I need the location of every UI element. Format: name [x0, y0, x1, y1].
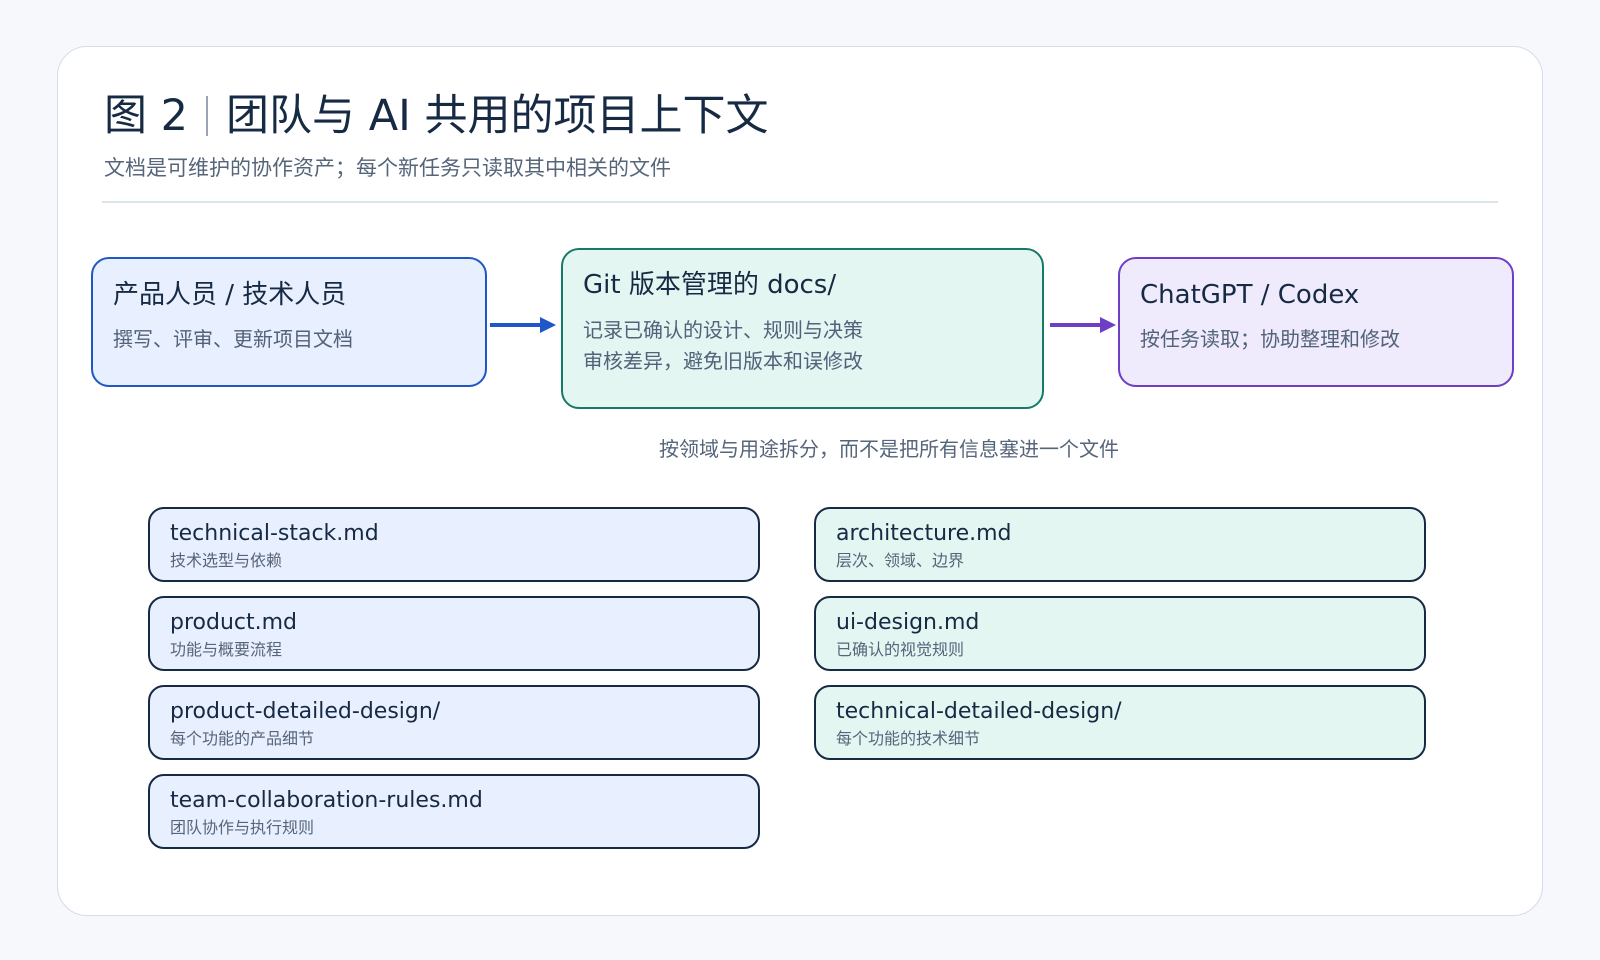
figure-title: 团队与 AI 共用的项目上下文 [226, 91, 769, 141]
figure-label: 图 2 [104, 91, 189, 141]
file-desc: 团队协作与执行规则 [170, 818, 315, 837]
file-desc: 层次、领域、边界 [836, 551, 965, 570]
file-architecture: architecture.md 层次、领域、边界 [814, 507, 1426, 582]
file-desc: 每个功能的产品细节 [170, 729, 315, 748]
file-technical-detailed-design: technical-detailed-design/ 每个功能的技术细节 [814, 685, 1426, 760]
people-box: 产品人员 / 技术人员 撰写、评审、更新项目文档 [91, 257, 487, 387]
page-subtitle: 文档是可维护的协作资产；每个新任务只读取其中相关的文件 [104, 156, 671, 180]
file-product-detailed-design: product-detailed-design/ 每个功能的产品细节 [148, 685, 760, 760]
file-name: ui-design.md [836, 610, 980, 635]
title-separator [206, 96, 209, 136]
arrow-people-to-docs [490, 317, 556, 333]
arrow-docs-to-ai [1050, 317, 1116, 333]
file-name: product-detailed-design/ [170, 699, 441, 724]
docs-box-title: Git 版本管理的 docs/ [583, 270, 837, 300]
file-name: technical-stack.md [170, 521, 379, 546]
header-divider [102, 201, 1498, 203]
file-desc: 每个功能的技术细节 [836, 729, 981, 748]
people-box-title: 产品人员 / 技术人员 [113, 280, 347, 310]
file-name: team-collaboration-rules.md [170, 788, 483, 813]
docs-box-line1: 记录已确认的设计、规则与决策 [583, 318, 863, 342]
file-product: product.md 功能与概要流程 [148, 596, 760, 671]
file-name: architecture.md [836, 521, 1012, 546]
docs-box: Git 版本管理的 docs/ 记录已确认的设计、规则与决策 审核差异，避免旧版… [561, 248, 1044, 409]
file-desc: 已确认的视觉规则 [836, 640, 965, 659]
file-name: product.md [170, 610, 298, 635]
file-ui-design: ui-design.md 已确认的视觉规则 [814, 596, 1426, 671]
page-title: 图 2 团队与 AI 共用的项目上下文 [104, 88, 768, 144]
file-team-collaboration-rules: team-collaboration-rules.md 团队协作与执行规则 [148, 774, 760, 849]
file-name: technical-detailed-design/ [836, 699, 1122, 724]
file-technical-stack: technical-stack.md 技术选型与依赖 [148, 507, 760, 582]
people-box-desc: 撰写、评审、更新项目文档 [113, 327, 353, 351]
file-desc: 功能与概要流程 [170, 640, 283, 659]
docs-box-line2: 审核差异，避免旧版本和误修改 [583, 349, 863, 373]
ai-box-desc: 按任务读取；协助整理和修改 [1140, 327, 1400, 351]
ai-box-title: ChatGPT / Codex [1140, 280, 1360, 310]
file-desc: 技术选型与依赖 [170, 551, 283, 570]
split-caption: 按领域与用途拆分，而不是把所有信息塞进一个文件 [659, 437, 1119, 461]
ai-box: ChatGPT / Codex 按任务读取；协助整理和修改 [1118, 257, 1514, 387]
